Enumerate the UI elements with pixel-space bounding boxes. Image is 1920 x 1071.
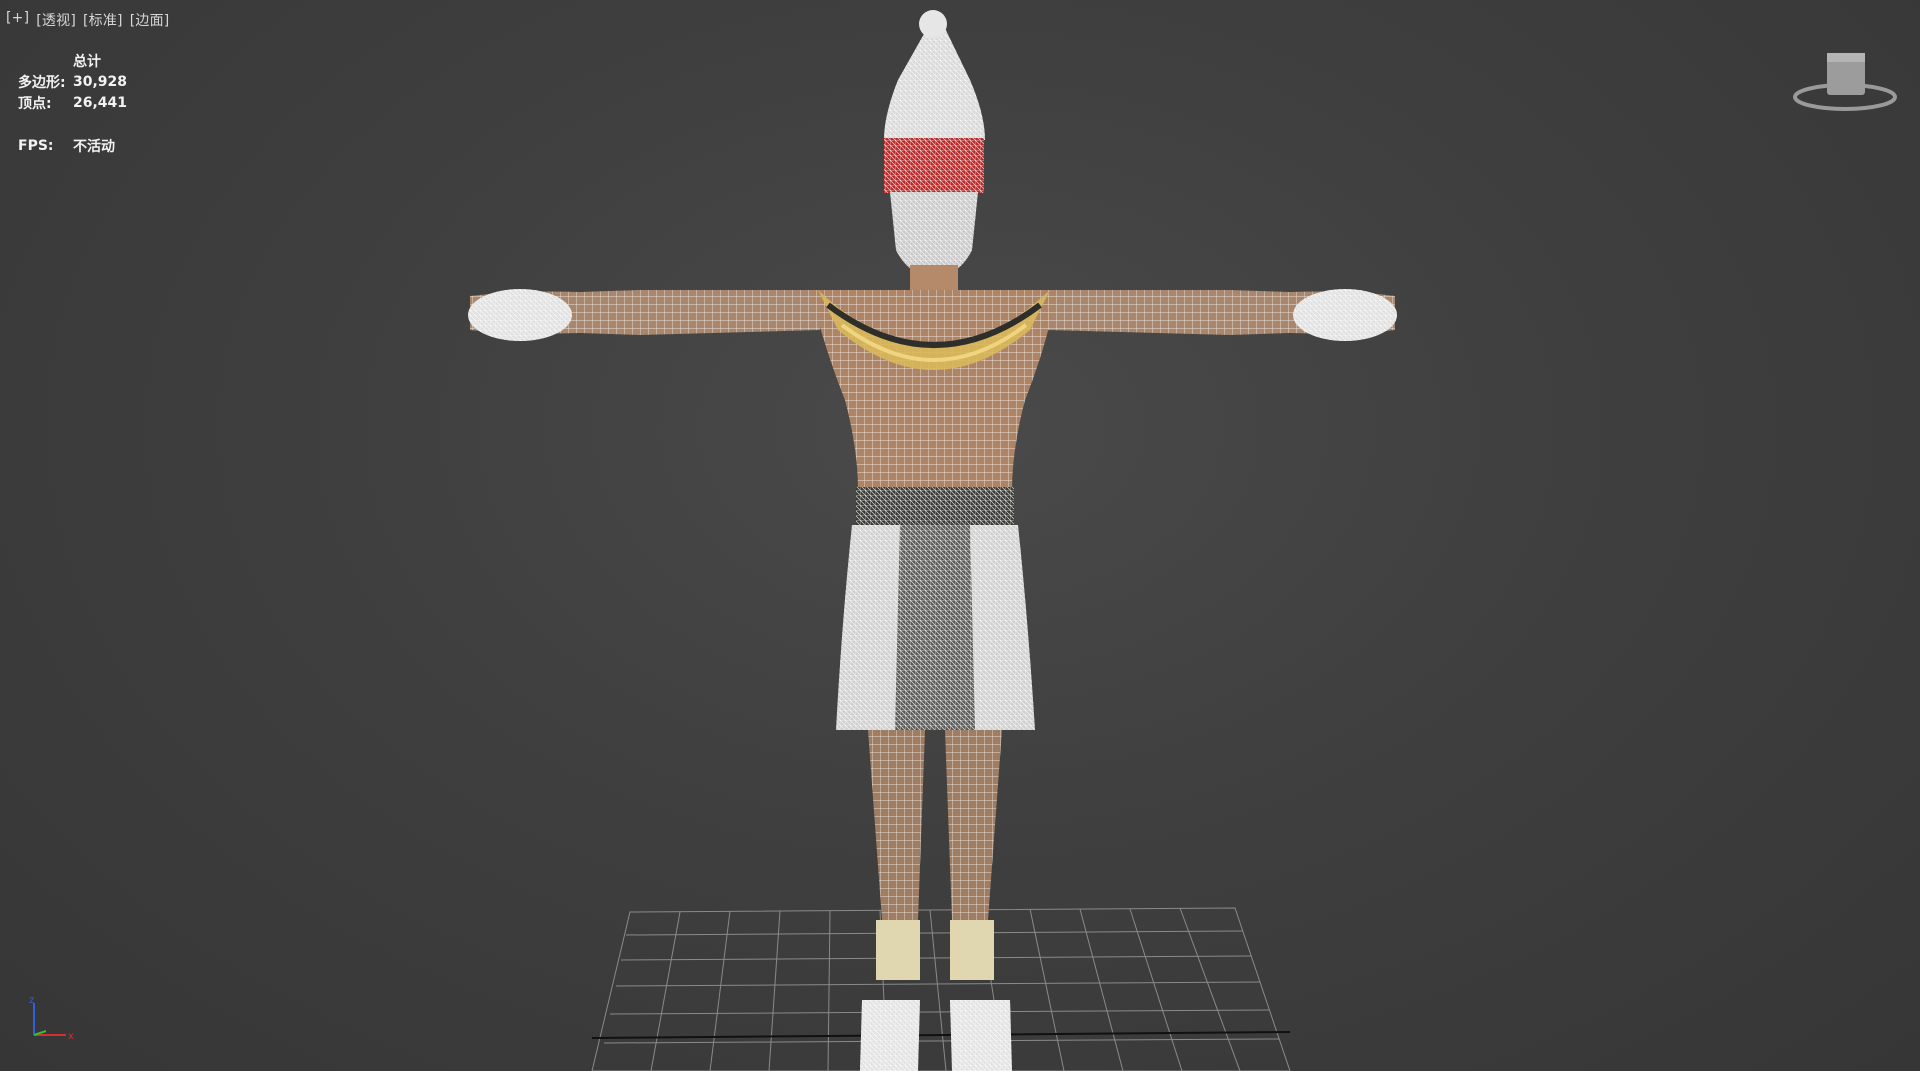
character-model[interactable] [468,10,1397,1071]
stats-value: 不活动 [73,138,115,155]
stats-label: 多边形: [18,74,66,91]
stats-header: 总计 [73,53,101,70]
stats-row-vertices: 顶点: 26,441 [18,92,127,113]
axis-tripod-icon: z x [29,995,74,1040]
viewport-plus-menu[interactable]: [+] [6,10,29,30]
stats-label: FPS: [18,137,54,154]
scene-statistics: 总计 多边形: 30,928 顶点: 26,441 FPS: 不活动 [18,50,127,156]
ground-grid [591,907,1291,1071]
stats-row-polygons: 多边形: 30,928 [18,71,127,92]
axis-x-label: x [68,1031,74,1040]
stats-value: 30,928 [73,73,128,90]
stats-row-fps: FPS: 不活动 [18,135,127,156]
viewport-display-menu[interactable]: [边面] [130,10,170,30]
stats-label: 顶点: [18,95,52,112]
viewcube-icon[interactable] [1790,45,1900,120]
viewport-view-menu[interactable]: [透视] [36,10,76,30]
stats-value: 26,441 [73,94,128,111]
3d-viewport[interactable]: [+] [透视] [标准] [边面] 总计 多边形: 30,928 顶点: 26… [0,0,1920,1071]
axis-z-label: z [29,995,34,1006]
viewport-shading-menu[interactable]: [标准] [83,10,123,30]
viewport-label-menu: [+] [透视] [标准] [边面] [6,10,169,30]
scene-canvas[interactable] [0,0,1920,1071]
